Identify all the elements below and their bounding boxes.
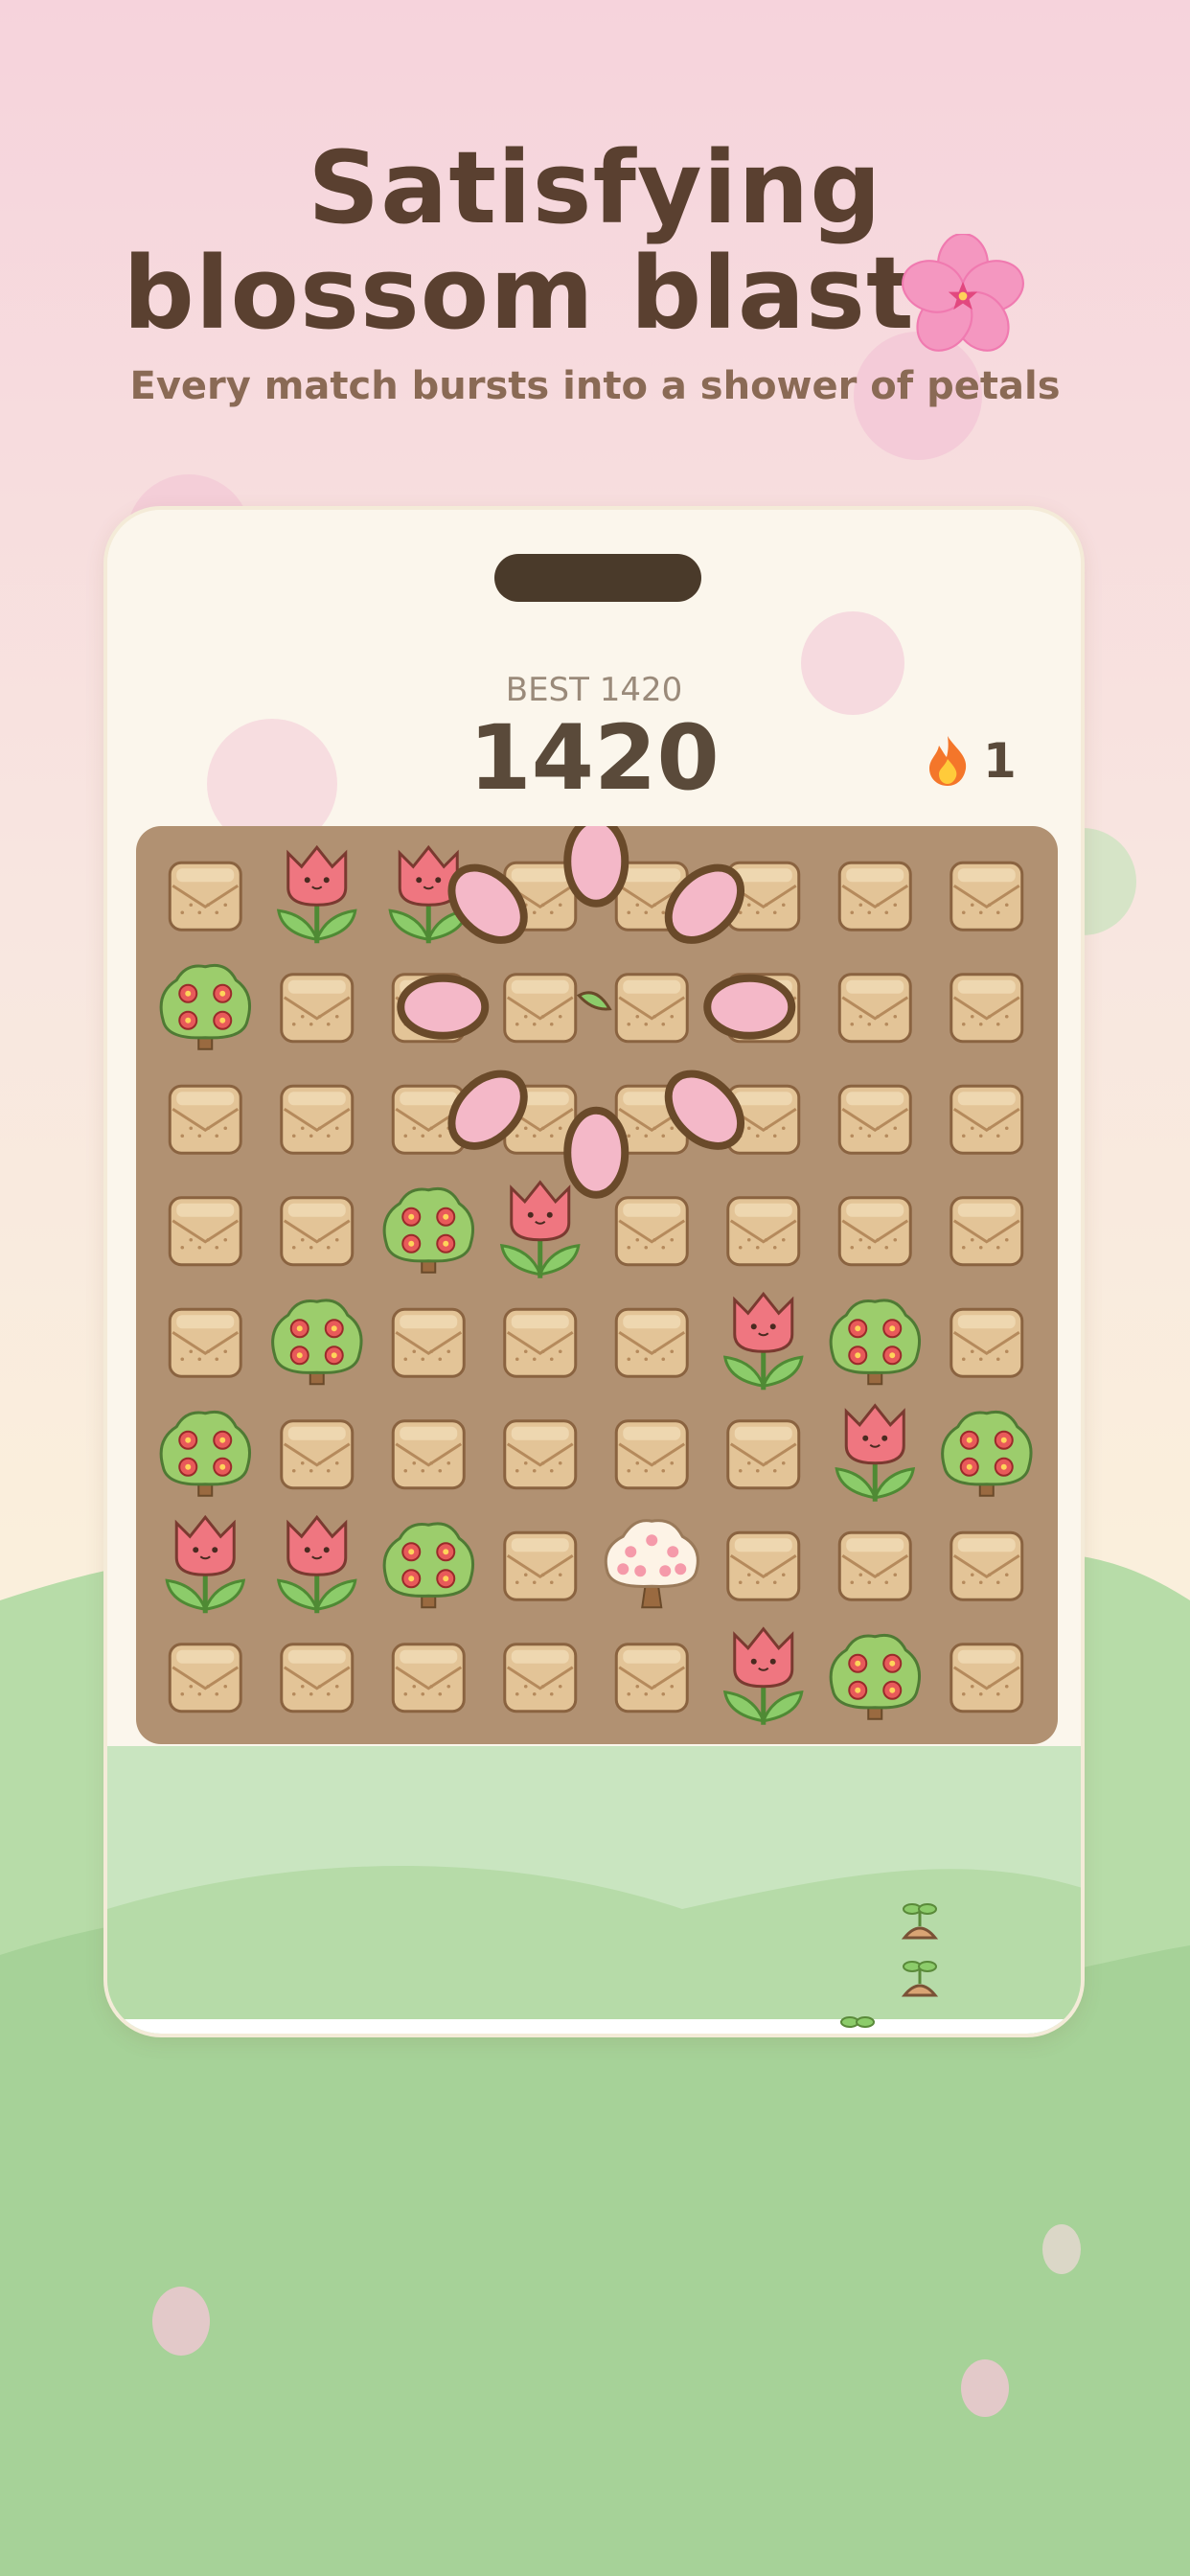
tile-block[interactable]: [614, 1419, 689, 1490]
tile-bush[interactable]: [829, 1299, 921, 1386]
tile-block[interactable]: [503, 1530, 578, 1601]
tile-bush[interactable]: [159, 1410, 251, 1497]
tile-block[interactable]: [950, 1643, 1024, 1714]
tile-tulip[interactable]: [722, 1626, 804, 1725]
tile-block[interactable]: [837, 1530, 912, 1601]
tile-blossom-tree[interactable]: [604, 1519, 699, 1609]
fire-icon: [929, 736, 967, 786]
petal-particle: [563, 826, 629, 908]
tile-block[interactable]: [168, 861, 242, 932]
tile-bush[interactable]: [382, 1186, 474, 1274]
tile-tulip[interactable]: [276, 1514, 357, 1614]
tile-tulip[interactable]: [276, 844, 357, 944]
tile-bush[interactable]: [159, 963, 251, 1050]
tile-block[interactable]: [837, 861, 912, 932]
tile-tulip[interactable]: [722, 1291, 804, 1391]
tile-block[interactable]: [614, 1196, 689, 1267]
tile-block[interactable]: [168, 1084, 242, 1155]
tile-bush[interactable]: [382, 1522, 474, 1609]
cherry-blossom-icon: [902, 234, 1024, 352]
tile-tulip[interactable]: [835, 1403, 916, 1502]
tile-block[interactable]: [614, 1307, 689, 1378]
tile-block[interactable]: [837, 1084, 912, 1155]
petal-burst-effect: [397, 826, 796, 1199]
tile-block[interactable]: [950, 1307, 1024, 1378]
board-grid[interactable]: [136, 826, 1058, 1744]
sprout-icon: [840, 2016, 875, 2028]
tile-block[interactable]: [391, 1643, 466, 1714]
tile-block[interactable]: [614, 973, 689, 1044]
petal-particle: [397, 974, 490, 1040]
tile-block[interactable]: [837, 973, 912, 1044]
tile-block[interactable]: [391, 1419, 466, 1490]
phone-notch: [494, 554, 701, 602]
tile-tulip[interactable]: [499, 1180, 581, 1278]
tile-bush[interactable]: [829, 1633, 921, 1720]
tile-block[interactable]: [280, 1419, 355, 1490]
tile-block[interactable]: [503, 1307, 578, 1378]
tile-block[interactable]: [837, 1196, 912, 1267]
tile-block[interactable]: [726, 1530, 801, 1601]
headline-line-1: Satisfying: [308, 129, 882, 246]
tile-block[interactable]: [614, 1643, 689, 1714]
tile-block[interactable]: [950, 861, 1024, 932]
best-score: BEST 1420: [505, 671, 683, 709]
tile-block[interactable]: [168, 1643, 242, 1714]
tile-block[interactable]: [950, 1196, 1024, 1267]
tile-block[interactable]: [950, 1084, 1024, 1155]
tile-block[interactable]: [503, 1419, 578, 1490]
tile-block[interactable]: [391, 1307, 466, 1378]
leaf-particle: [576, 991, 612, 1011]
tile-bush[interactable]: [271, 1299, 363, 1386]
tile-block[interactable]: [280, 973, 355, 1044]
tile-block[interactable]: [168, 1307, 242, 1378]
tile-block[interactable]: [280, 1084, 355, 1155]
tile-block[interactable]: [503, 1643, 578, 1714]
phone-frame: BEST 1420 1420 1: [103, 506, 1085, 2037]
tile-block[interactable]: [503, 973, 578, 1044]
tile-block[interactable]: [950, 1530, 1024, 1601]
tile-tulip[interactable]: [165, 1514, 246, 1614]
streak-count: 1: [983, 733, 1017, 789]
tile-block[interactable]: [280, 1196, 355, 1267]
tile-block[interactable]: [280, 1643, 355, 1714]
tile-block[interactable]: [168, 1196, 242, 1267]
tile-block[interactable]: [726, 1196, 801, 1267]
petal-particle: [563, 1106, 629, 1199]
petal-particle: [703, 974, 796, 1040]
tile-block[interactable]: [950, 973, 1024, 1044]
streak-indicator: 1: [926, 732, 1017, 790]
tile-block[interactable]: [726, 1419, 801, 1490]
subtitle: Every match bursts into a shower of peta…: [129, 364, 1061, 408]
game-board[interactable]: [136, 826, 1058, 1744]
tile-bush[interactable]: [941, 1410, 1033, 1497]
